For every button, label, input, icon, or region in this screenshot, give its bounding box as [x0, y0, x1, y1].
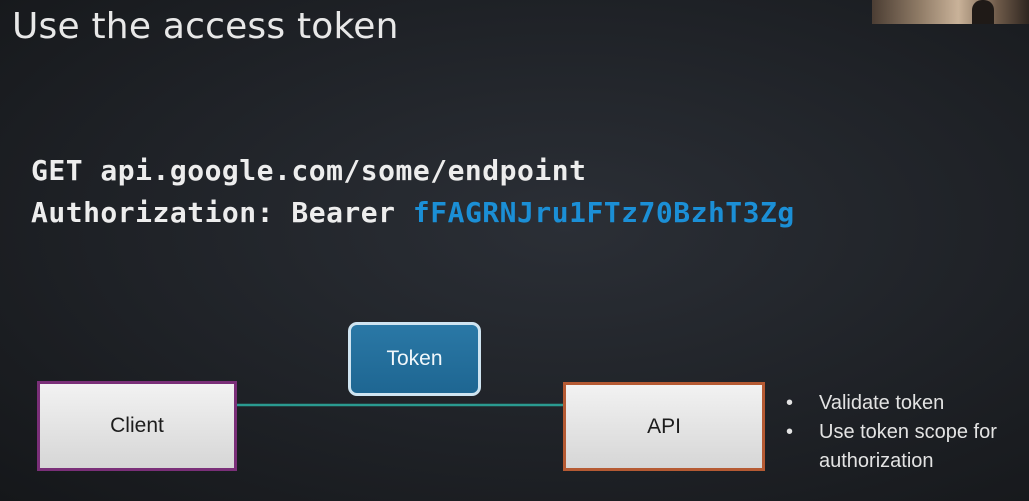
token-box: Token — [348, 322, 481, 396]
bullet-marker: • — [786, 392, 794, 414]
bearer-token-value: fFAGRNJru1FTz70BzhT3Zg — [412, 196, 795, 229]
bullet-text: Validate token — [819, 392, 945, 414]
list-item: • Use token scope for authorization — [786, 418, 1026, 476]
bullet-marker: • — [786, 421, 794, 443]
api-box: API — [563, 382, 765, 471]
authorization-header-prefix: Authorization: Bearer — [31, 196, 413, 229]
api-label: API — [647, 414, 681, 438]
api-responsibilities-list: • Validate token • Use token scope for a… — [786, 389, 1026, 476]
authorization-header-line: Authorization: Bearer fFAGRNJru1FTz70Bzh… — [31, 196, 795, 229]
token-label: Token — [386, 347, 443, 370]
webcam-thumbnail — [872, 0, 1029, 24]
list-item: • Validate token — [786, 389, 1026, 418]
webcam-person-silhouette — [972, 0, 994, 24]
client-label: Client — [110, 414, 164, 437]
http-request-line: GET api.google.com/some/endpoint — [31, 154, 587, 187]
bullet-text: Use token scope for authorization — [819, 421, 997, 472]
slide-title: Use the access token — [12, 6, 399, 47]
client-box: Client — [37, 381, 237, 471]
slide: Use the access token GET api.google.com/… — [0, 0, 1029, 501]
